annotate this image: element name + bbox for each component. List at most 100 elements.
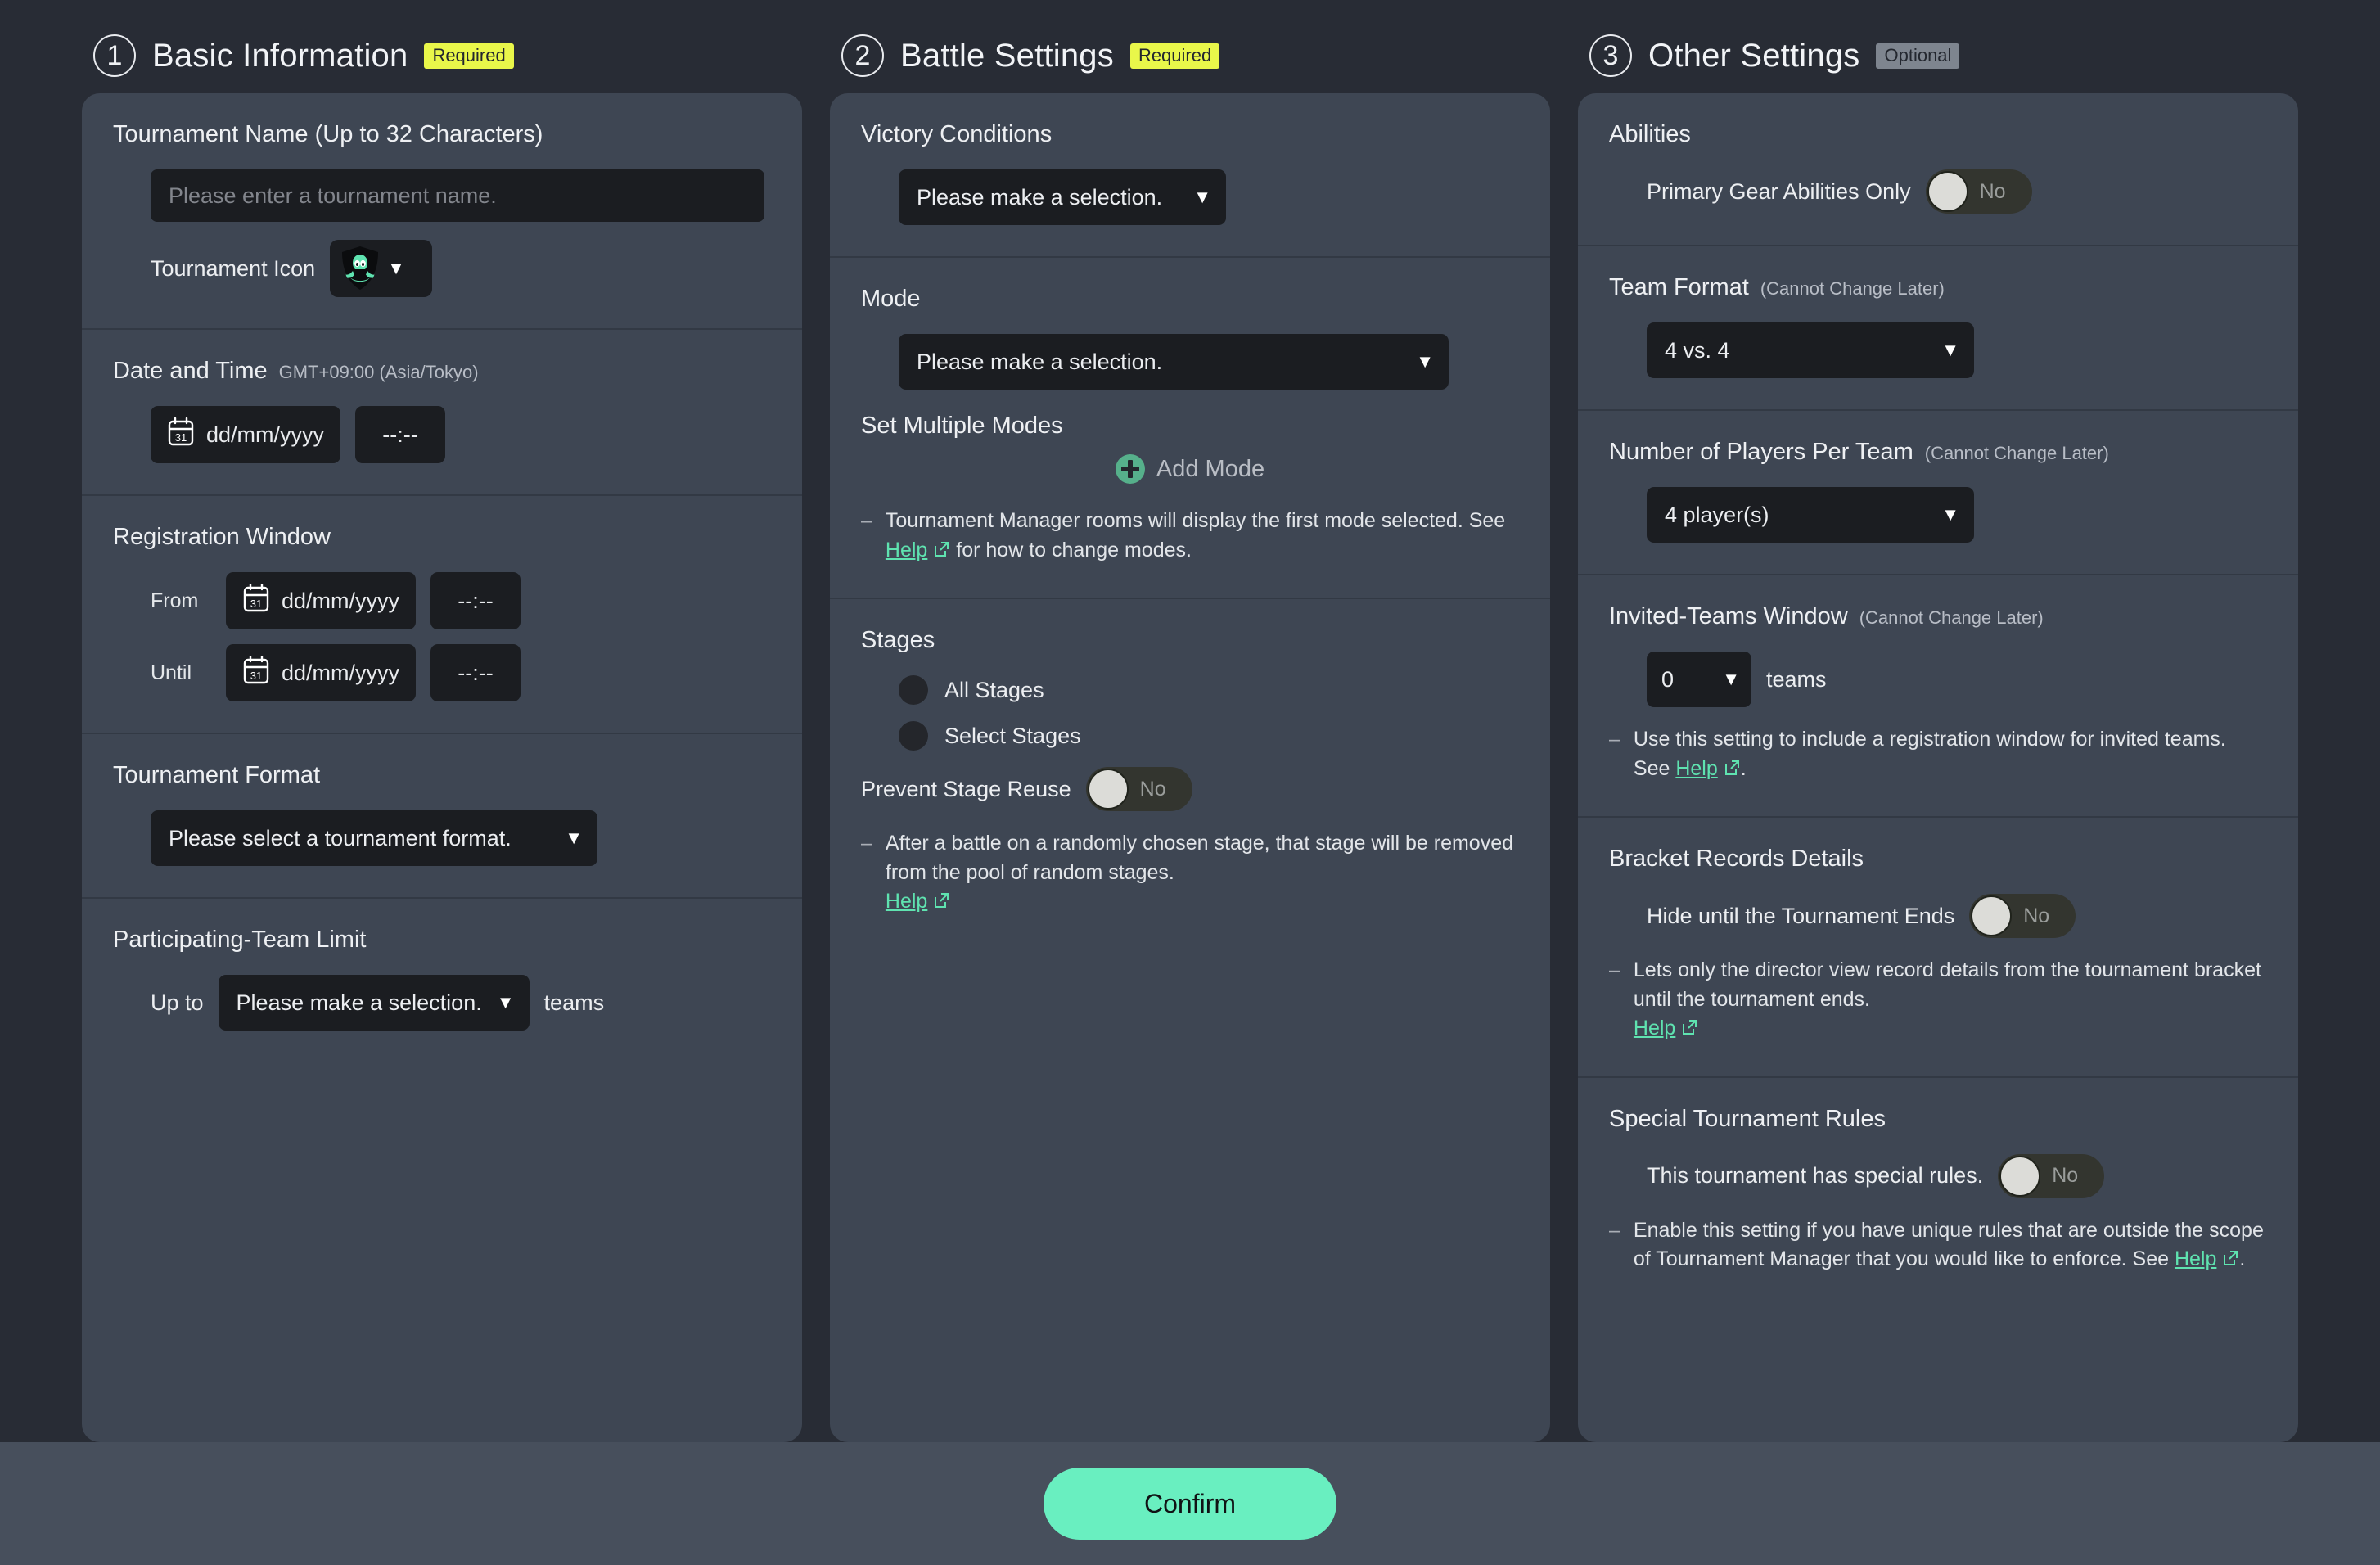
prevent-stage-reuse-toggle[interactable]: No [1085,767,1192,811]
registration-from-time-input[interactable]: --:-- [430,572,521,629]
step-badge-required-2: Required [1129,43,1220,69]
event-time-input[interactable]: --:-- [355,406,446,463]
tournament-icon-row: Tournament Icon ▼ [151,240,771,297]
hide-until-tournament-ends-label: Hide until the Tournament Ends [1647,903,1955,928]
calendar-icon: 31 [167,417,195,453]
column-basic-information: 1 Basic Information Required Tournament … [82,18,802,1442]
mode-body: Please make a selection. ▼ [861,334,1519,390]
panel-other-settings: Abilities Primary Gear Abilities Only No… [1578,93,2298,1442]
stages-hint-text: After a battle on a randomly chosen stag… [886,829,1519,918]
registration-from-date-value: dd/mm/yyyy [282,588,400,613]
section-mode: Mode Please make a selection. ▼ Set Mult… [830,256,1550,598]
step-badge-required-1: Required [424,43,514,69]
players-per-team-select[interactable]: 4 player(s) ▼ [1647,487,1974,543]
registration-from-date-input[interactable]: 31 dd/mm/yyyy [226,572,417,629]
prevent-stage-reuse-row: Prevent Stage Reuse No [861,767,1519,811]
special-rules-value: No [2052,1164,2079,1187]
players-per-team-label: Number of Players Per Team [1609,439,1913,465]
bracket-records-toggle-row: Hide until the Tournament Ends No [1609,894,2267,938]
section-participating-team-limit: Participating-Team Limit Up to Please ma… [82,897,802,1442]
invited-teams-count-value: 0 [1661,666,1675,692]
tournament-icon-caret-icon: ▼ [387,258,405,278]
mode-hint: – Tournament Manager rooms will display … [861,507,1519,566]
team-format-body: 4 vs. 4 ▼ [1609,322,2267,378]
registration-until-date-input[interactable]: 31 dd/mm/yyyy [226,644,417,701]
radio-all-stages[interactable] [899,675,928,705]
bracket-records-hint-body: Lets only the director view record detai… [1633,958,2261,1011]
players-per-team-value: 4 player(s) [1665,502,1769,527]
hint-dash-icon: – [861,832,872,855]
special-rules-toggle[interactable]: No [1998,1153,2105,1198]
invited-teams-hint-text: Use this setting to include a registrati… [1634,725,2267,785]
mode-select[interactable]: Please make a selection. ▼ [899,334,1449,390]
team-format-select[interactable]: 4 vs. 4 ▼ [1647,322,1974,378]
chevron-down-icon: ▼ [496,992,515,1013]
invited-teams-hint-after: . [1740,756,1747,780]
stages-option-select[interactable]: Select Stages [899,721,1519,751]
mode-help-link[interactable]: Help [886,539,927,562]
primary-gear-abilities-toggle[interactable]: No [1925,169,2032,214]
section-registration-window: Registration Window From 31 dd/mm/yyyy -… [82,494,802,733]
section-tournament-name: Tournament Name (Up to 32 Characters) To… [82,93,802,328]
date-time-row: 31 dd/mm/yyyy --:-- [113,406,771,463]
section-title-bracket-records-details: Bracket Records Details [1609,846,1864,872]
prevent-stage-reuse-label: Prevent Stage Reuse [861,776,1071,801]
chevron-down-icon: ▼ [565,828,583,848]
add-mode-button[interactable]: Add Mode [861,444,1519,489]
calendar-icon: 31 [242,655,270,691]
bracket-records-hint-text: Lets only the director view record detai… [1634,956,2267,1045]
step-header-1: 1 Basic Information Required [82,18,802,93]
hint-dash-icon: – [1609,728,1620,751]
special-rules-toggle-row: This tournament has special rules. No [1609,1153,2267,1198]
section-title-team-format: Team Format (Cannot Change Later) [1609,274,2267,301]
section-title-special-tournament-rules: Special Tournament Rules [1609,1105,1886,1132]
chevron-down-icon: ▼ [1941,504,1959,525]
hint-dash-icon: – [1609,1218,1620,1242]
invited-teams-help-link[interactable]: Help [1675,757,1717,780]
hint-dash-icon: – [1609,958,1620,981]
section-players-per-team: Number of Players Per Team (Cannot Chang… [1578,409,2298,574]
team-limit-select[interactable]: Please make a selection. ▼ [218,975,530,1031]
svg-text:31: 31 [175,431,187,444]
team-limit-suffix: teams [543,990,605,1015]
invited-teams-hint: – Use this setting to include a registra… [1609,725,2267,785]
mode-value: Please make a selection. [917,349,1163,374]
chevron-down-icon: ▼ [1416,351,1434,372]
event-date-input[interactable]: 31 dd/mm/yyyy [151,406,341,463]
external-link-icon [1680,1016,1698,1045]
primary-gear-abilities-label: Primary Gear Abilities Only [1647,178,1911,204]
confirm-button[interactable]: Confirm [1044,1468,1336,1540]
toggle-knob [1999,1155,2041,1197]
section-title-stages: Stages [861,627,935,653]
tournament-name-input[interactable] [151,169,764,222]
invited-teams-count-select[interactable]: 0 ▼ [1647,652,1751,707]
hide-until-tournament-ends-toggle[interactable]: No [1969,894,2076,938]
section-title-participating-team-limit: Participating-Team Limit [113,927,367,953]
radio-select-stages[interactable] [899,721,928,751]
bracket-records-hint: – Lets only the director view record det… [1609,956,2267,1045]
panel-battle-settings: Victory Conditions Please make a selecti… [830,93,1550,1442]
special-rules-help-link[interactable]: Help [2175,1247,2216,1270]
tournament-format-body: Please select a tournament format. ▼ [113,810,771,866]
special-rules-hint-text: Enable this setting if you have unique r… [1634,1216,2267,1276]
section-title-players-per-team: Number of Players Per Team (Cannot Chang… [1609,439,2267,466]
registration-from-label: From [151,589,199,612]
bracket-records-help-link[interactable]: Help [1634,1017,1675,1040]
primary-gear-abilities-value: No [1979,179,2006,203]
victory-conditions-select[interactable]: Please make a selection. ▼ [899,169,1226,225]
tournament-icon-label: Tournament Icon [151,255,316,281]
hide-until-tournament-ends-value: No [2023,904,2050,927]
step-header-3: 3 Other Settings Optional [1578,18,2298,93]
prevent-stage-reuse-value: No [1139,777,1166,801]
registration-until-time-input[interactable]: --:-- [430,644,521,701]
tournament-icon-select[interactable]: ▼ [330,240,433,297]
stages-help-link[interactable]: Help [886,890,927,913]
special-rules-hint-after: . [2239,1247,2246,1270]
registration-from-row: From 31 dd/mm/yyyy --:-- [113,572,771,629]
stages-option-all[interactable]: All Stages [899,675,1519,705]
tournament-format-select[interactable]: Please select a tournament format. ▼ [151,810,597,866]
team-format-value: 4 vs. 4 [1665,337,1730,363]
step-badge-optional-3: Optional [1876,43,1960,69]
section-title-registration-window: Registration Window [113,524,331,550]
section-title-mode: Mode [861,286,921,312]
